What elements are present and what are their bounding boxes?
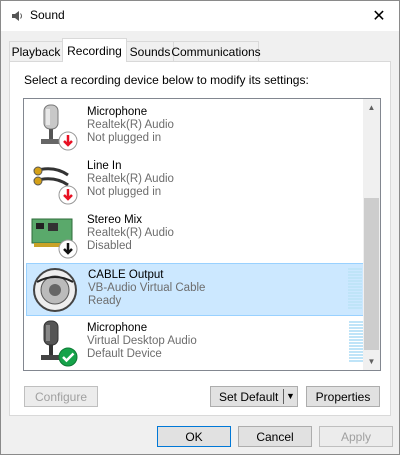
microphone-icon <box>41 320 78 367</box>
sound-dialog: Sound ✕ Playback Recording Sounds Commun… <box>0 0 400 455</box>
device-status: Not plugged in <box>87 132 162 144</box>
scroll-up-icon[interactable]: ▲ <box>363 99 380 116</box>
device-name: Line In <box>87 160 122 172</box>
device-driver: Virtual Desktop Audio <box>87 335 197 347</box>
device-name: CABLE Output <box>88 269 164 281</box>
cancel-button[interactable]: Cancel <box>238 426 312 447</box>
microphone-icon <box>41 104 78 151</box>
close-icon: ✕ <box>372 8 386 25</box>
set-default-label: Set Default <box>219 389 279 404</box>
device-item[interactable]: Line In Realtek(R) Audio Not plugged in <box>26 155 366 208</box>
set-default-button[interactable]: Set Default ▼ <box>210 386 298 407</box>
device-driver: Realtek(R) Audio <box>87 119 174 131</box>
device-name: Stereo Mix <box>87 214 142 226</box>
ok-button[interactable]: OK <box>157 426 231 447</box>
tab-recording[interactable]: Recording <box>62 38 127 62</box>
dropdown-arrow-icon[interactable]: ▼ <box>286 391 295 401</box>
device-list[interactable]: Microphone Realtek(R) Audio Not plugged … <box>23 98 381 371</box>
device-item[interactable]: Stereo Mix Realtek(R) Audio Disabled <box>26 209 366 262</box>
device-name: Microphone <box>87 106 148 118</box>
line-in-icon <box>33 166 78 205</box>
device-item[interactable]: Microphone Virtual Desktop Audio Default… <box>26 317 366 370</box>
speaker-icon <box>12 11 22 21</box>
device-name: Microphone <box>87 322 148 334</box>
cable-icon <box>33 268 77 312</box>
tab-communications[interactable]: Communications <box>171 41 261 61</box>
device-driver: Realtek(R) Audio <box>87 173 174 185</box>
window-title: Sound <box>30 8 65 22</box>
device-status: Disabled <box>87 240 132 252</box>
level-meter <box>349 321 363 365</box>
sound-card-icon <box>31 218 78 259</box>
vertical-scrollbar[interactable]: ▲ ▼ <box>363 99 380 370</box>
device-item-selected[interactable]: CABLE Output VB-Audio Virtual Cable Read… <box>26 263 366 316</box>
device-status: Not plugged in <box>87 186 162 198</box>
configure-button[interactable]: Configure <box>24 386 98 407</box>
level-meter <box>348 268 362 312</box>
scroll-thumb[interactable] <box>364 198 379 350</box>
instructions-text: Select a recording device below to modif… <box>24 73 309 87</box>
device-driver: Realtek(R) Audio <box>87 227 174 239</box>
device-status: Ready <box>88 295 122 307</box>
scroll-down-icon[interactable]: ▼ <box>363 353 380 370</box>
tab-sounds[interactable]: Sounds <box>126 41 174 61</box>
device-item[interactable]: Microphone Realtek(R) Audio Not plugged … <box>26 101 366 154</box>
close-button[interactable]: ✕ <box>359 1 399 31</box>
device-driver: VB-Audio Virtual Cable <box>88 282 206 294</box>
device-status: Default Device <box>87 348 162 360</box>
properties-button[interactable]: Properties <box>306 386 380 407</box>
tab-playback[interactable]: Playback <box>9 41 63 61</box>
title-bar[interactable]: Sound ✕ <box>1 1 399 31</box>
split-divider <box>283 389 284 404</box>
recording-panel: Select a recording device below to modif… <box>9 61 391 416</box>
apply-button[interactable]: Apply <box>319 426 393 447</box>
